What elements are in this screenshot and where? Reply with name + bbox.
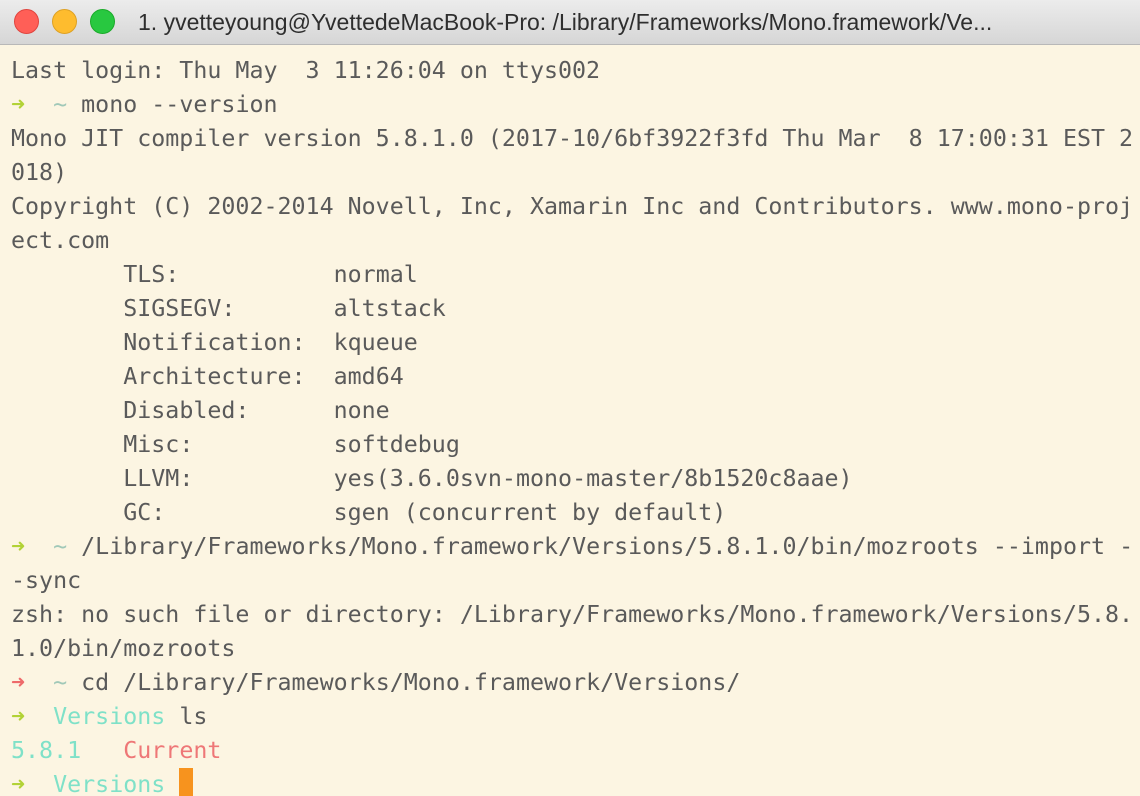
- prompt-arrow-icon: ➜: [11, 771, 26, 796]
- ls-dir-item: 5.8.1: [11, 737, 82, 764]
- feature-key: Misc:: [123, 431, 194, 458]
- minimize-window-button[interactable]: [52, 9, 77, 34]
- ls-output-line: 5.8.1 Current: [11, 734, 1140, 768]
- output-line: Copyright (C) 2002-2014 Novell, Inc, Xam…: [11, 193, 1134, 220]
- text-cursor[interactable]: [179, 768, 194, 796]
- feature-key: SIGSEGV:: [123, 295, 236, 322]
- prompt-error-arrow-icon: ➜: [11, 669, 26, 696]
- prompt-line: ➜ ~ /Library/Frameworks/Mono.framework/V…: [11, 530, 1140, 564]
- prompt-home-dir: ~: [53, 669, 68, 696]
- prompt-line: ➜ Versions ls: [11, 700, 1140, 734]
- error-line: 1.0/bin/mozroots: [11, 635, 236, 662]
- feature-line: Disabled: none: [11, 394, 1140, 428]
- feature-value: yes(3.6.0svn-mono-master/8b1520c8aae): [333, 465, 853, 492]
- feature-value: amd64: [333, 363, 404, 390]
- feature-key: TLS:: [123, 261, 180, 288]
- prompt-line: ➜ ~ cd /Library/Frameworks/Mono.framewor…: [11, 666, 1140, 700]
- command-text: ls: [179, 703, 208, 730]
- window-title: 1. yvetteyoung@YvettedeMacBook-Pro: /Lib…: [138, 9, 993, 35]
- terminal-output[interactable]: Last login: Thu May 3 11:26:04 on ttys00…: [0, 45, 1140, 796]
- feature-value: none: [333, 397, 390, 424]
- prompt-current-dir: Versions: [53, 703, 166, 730]
- feature-line: LLVM: yes(3.6.0svn-mono-master/8b1520c8a…: [11, 462, 1140, 496]
- feature-value: kqueue: [333, 329, 418, 356]
- prompt-arrow-icon: ➜: [11, 91, 26, 118]
- window-controls: [14, 9, 115, 34]
- feature-value: softdebug: [333, 431, 460, 458]
- prompt-home-dir: ~: [53, 533, 68, 560]
- feature-line: Notification: kqueue: [11, 326, 1140, 360]
- feature-key: Disabled:: [123, 397, 250, 424]
- feature-line: TLS: normal: [11, 258, 1140, 292]
- feature-key: Notification:: [123, 329, 306, 356]
- close-window-button[interactable]: [14, 9, 39, 34]
- active-prompt-line[interactable]: ➜ Versions: [11, 768, 1140, 796]
- feature-key: GC:: [123, 499, 166, 526]
- output-line: 018): [11, 159, 68, 186]
- last-login-line: Last login: Thu May 3 11:26:04 on ttys00…: [11, 57, 601, 84]
- feature-line: Misc: softdebug: [11, 428, 1140, 462]
- feature-value: normal: [333, 261, 418, 288]
- prompt-arrow-icon: ➜: [11, 703, 26, 730]
- feature-value: sgen (concurrent by default): [333, 499, 727, 526]
- prompt-arrow-icon: ➜: [11, 533, 26, 560]
- prompt-line: ➜ ~ mono --version: [11, 88, 1140, 122]
- feature-value: altstack: [333, 295, 446, 322]
- feature-line: Architecture: amd64: [11, 360, 1140, 394]
- feature-line: SIGSEGV: altstack: [11, 292, 1140, 326]
- command-text: /Library/Frameworks/Mono.framework/Versi…: [81, 533, 1134, 560]
- prompt-home-dir: ~: [53, 91, 68, 118]
- output-line: ect.com: [11, 227, 110, 254]
- zoom-window-button[interactable]: [90, 9, 115, 34]
- prompt-current-dir: Versions: [53, 771, 166, 796]
- error-line: zsh: no such file or directory: /Library…: [11, 601, 1134, 628]
- feature-key: LLVM:: [123, 465, 194, 492]
- command-text: cd /Library/Frameworks/Mono.framework/Ve…: [81, 669, 741, 696]
- command-continuation: -sync: [11, 567, 82, 594]
- ls-symlink-item: Current: [123, 737, 222, 764]
- command-text: mono --version: [81, 91, 278, 118]
- feature-line: GC: sgen (concurrent by default): [11, 496, 1140, 530]
- title-bar[interactable]: 1. yvetteyoung@YvettedeMacBook-Pro: /Lib…: [0, 0, 1140, 45]
- output-line: Mono JIT compiler version 5.8.1.0 (2017-…: [11, 125, 1134, 152]
- feature-key: Architecture:: [123, 363, 306, 390]
- terminal-window: 1. yvetteyoung@YvettedeMacBook-Pro: /Lib…: [0, 0, 1140, 796]
